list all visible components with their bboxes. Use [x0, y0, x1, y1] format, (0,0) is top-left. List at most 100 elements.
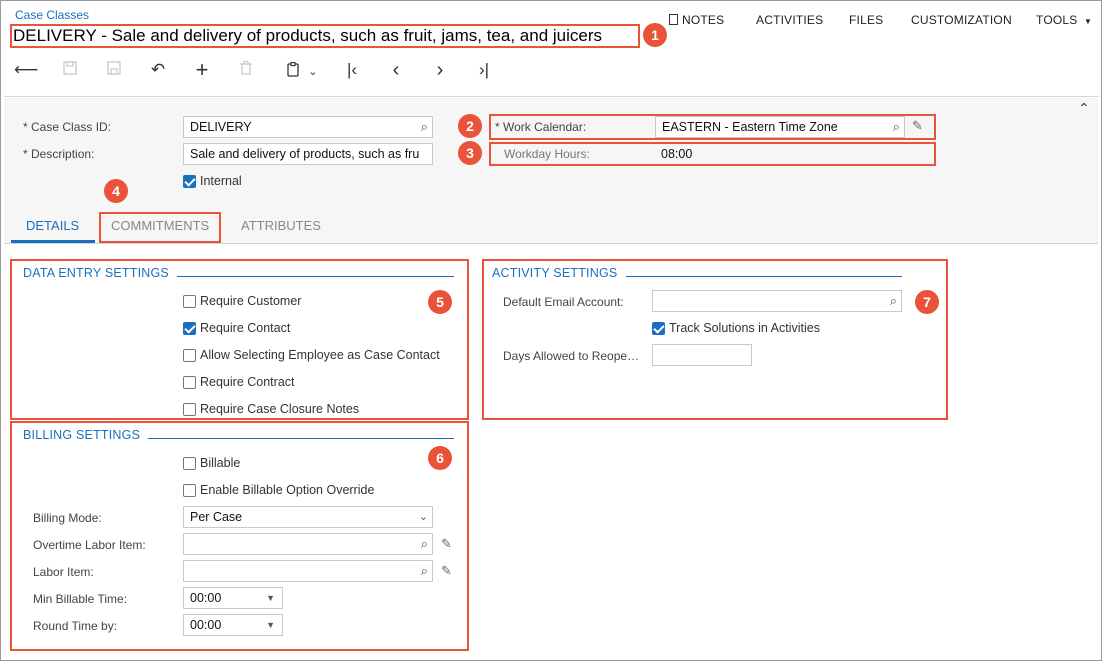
last-icon[interactable]: ›|	[472, 58, 496, 82]
customization-button[interactable]: CUSTOMIZATION	[911, 13, 1012, 27]
add-icon[interactable]: +	[190, 58, 214, 82]
require-customer-label: Require Customer	[200, 294, 302, 308]
description-label: * Description:	[23, 147, 94, 161]
round-time-select[interactable]: 00:00 ▼	[183, 614, 283, 636]
search-icon[interactable]: ⌕	[421, 561, 428, 581]
edit-pencil-icon[interactable]: ✎	[441, 536, 452, 552]
section-divider	[626, 276, 902, 277]
min-billable-time-value: 00:00	[190, 591, 222, 605]
data-entry-title: DATA ENTRY SETTINGS	[23, 266, 169, 280]
caret-down-icon: ▼	[266, 620, 275, 630]
copy-paste-icon[interactable]: ⌄	[280, 58, 324, 82]
caret-down-icon: ▼	[1084, 17, 1093, 26]
activities-button[interactable]: ACTIVITIES	[756, 13, 823, 27]
days-allowed-label: Days Allowed to Reope…	[503, 349, 640, 363]
tools-menu[interactable]: TOOLS ▼	[1036, 13, 1092, 27]
callout-badge-4: 4	[104, 179, 128, 203]
callout-box-activity	[482, 259, 948, 420]
min-billable-time-select[interactable]: 00:00 ▼	[183, 587, 283, 609]
tab-attributes[interactable]: ATTRIBUTES	[241, 218, 321, 233]
callout-box-workday-hours	[489, 142, 936, 166]
track-solutions-label: Track Solutions in Activities	[669, 321, 820, 335]
default-email-label: Default Email Account:	[503, 295, 624, 309]
description-label-text: Description:	[31, 147, 95, 161]
overtime-labor-field[interactable]: ⌕	[183, 533, 433, 555]
save-icon[interactable]	[102, 58, 126, 82]
chevron-down-icon: ⌄	[308, 66, 318, 78]
callout-badge-6: 6	[428, 446, 452, 470]
track-solutions-checkbox[interactable]	[652, 322, 665, 335]
activity-title: ACTIVITY SETTINGS	[492, 266, 618, 280]
billing-mode-value: Per Case	[190, 510, 243, 524]
delete-icon[interactable]	[234, 58, 258, 82]
round-time-label: Round Time by:	[33, 619, 118, 633]
search-icon[interactable]: ⌕	[890, 291, 897, 311]
callout-box-data-entry	[10, 259, 469, 420]
breadcrumb[interactable]: Case Classes	[15, 8, 89, 22]
require-contact-label: Require Contact	[200, 321, 291, 335]
notes-button[interactable]: NOTES	[669, 13, 724, 27]
description-value: Sale and delivery of products, such as f…	[190, 147, 420, 161]
billable-checkbox[interactable]	[183, 457, 196, 470]
require-closure-notes-label: Require Case Closure Notes	[200, 402, 360, 416]
require-contract-label: Require Contract	[200, 375, 295, 389]
callout-box-title	[10, 24, 640, 48]
callout-badge-5: 5	[428, 290, 452, 314]
callout-badge-1: 1	[643, 23, 667, 47]
case-class-id-label-text: Case Class ID:	[31, 120, 112, 134]
internal-checkbox[interactable]	[183, 175, 196, 188]
section-divider	[177, 276, 454, 277]
next-icon[interactable]: ›	[428, 58, 452, 82]
tab-details[interactable]: DETAILS	[26, 218, 79, 233]
days-allowed-field[interactable]	[652, 344, 752, 366]
undo-back-icon[interactable]: ⟵	[14, 58, 38, 82]
required-marker: *	[23, 120, 28, 134]
edit-pencil-icon[interactable]: ✎	[441, 563, 452, 579]
billable-override-label: Enable Billable Option Override	[200, 483, 375, 497]
internal-label: Internal	[200, 174, 242, 188]
min-billable-time-label: Min Billable Time:	[33, 592, 128, 606]
billable-label: Billable	[200, 456, 241, 470]
default-email-field[interactable]: ⌕	[652, 290, 902, 312]
tab-divider	[4, 243, 1098, 244]
round-time-value: 00:00	[190, 618, 222, 632]
billing-title: BILLING SETTINGS	[23, 428, 141, 442]
billing-mode-select[interactable]: Per Case ⌄	[183, 506, 433, 528]
first-icon[interactable]: |‹	[340, 58, 364, 82]
previous-icon[interactable]: ‹	[384, 58, 408, 82]
billable-override-checkbox[interactable]	[183, 484, 196, 497]
callout-badge-2: 2	[458, 114, 482, 138]
require-customer-checkbox[interactable]	[183, 295, 196, 308]
cancel-icon[interactable]: ↶	[146, 58, 170, 82]
files-button[interactable]: FILES	[849, 13, 883, 27]
search-icon[interactable]: ⌕	[421, 117, 428, 137]
callout-box-commitments	[99, 212, 221, 243]
caret-down-icon: ▼	[266, 593, 275, 603]
case-class-id-field[interactable]: DELIVERY ⌕	[183, 116, 433, 138]
tools-label: TOOLS	[1036, 13, 1078, 27]
allow-employee-contact-checkbox[interactable]	[183, 349, 196, 362]
callout-badge-7: 7	[915, 290, 939, 314]
save-close-icon[interactable]	[58, 58, 82, 82]
collapse-icon[interactable]: ⌃	[1078, 100, 1090, 117]
callout-badge-3: 3	[458, 141, 482, 165]
document-icon	[669, 14, 678, 25]
search-icon[interactable]: ⌕	[421, 534, 428, 554]
divider	[4, 96, 1098, 97]
labor-item-field[interactable]: ⌕	[183, 560, 433, 582]
section-divider	[148, 438, 454, 439]
callout-box-work-calendar	[489, 114, 936, 140]
labor-item-label: Labor Item:	[33, 565, 94, 579]
chevron-down-icon: ⌄	[418, 511, 428, 523]
case-class-id-label: * Case Class ID:	[23, 120, 111, 134]
notes-label: NOTES	[682, 13, 725, 27]
billing-mode-label: Billing Mode:	[33, 511, 102, 525]
require-contract-checkbox[interactable]	[183, 376, 196, 389]
required-marker: *	[23, 147, 28, 161]
allow-employee-contact-label: Allow Selecting Employee as Case Contact	[200, 348, 440, 362]
require-contact-checkbox[interactable]	[183, 322, 196, 335]
require-closure-notes-checkbox[interactable]	[183, 403, 196, 416]
description-field[interactable]: Sale and delivery of products, such as f…	[183, 143, 433, 165]
overtime-labor-label: Overtime Labor Item:	[33, 538, 146, 552]
case-class-id-value: DELIVERY	[190, 120, 252, 134]
